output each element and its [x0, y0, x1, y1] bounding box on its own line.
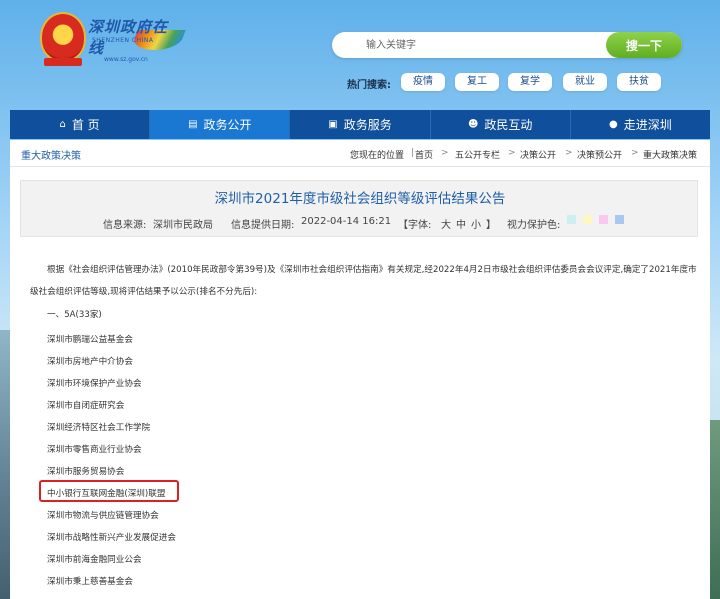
date-value: 2022-04-14 16:21 — [301, 216, 392, 227]
org-list-item: 深圳市环境保护产业协会 — [47, 379, 142, 389]
font-size-small[interactable]: 小 — [471, 216, 481, 231]
org-list-item: 深圳市自闭症研究会 — [47, 401, 125, 411]
hot-tag[interactable]: 疫情 — [401, 73, 445, 91]
nav-item-home[interactable]: ⌂ 首 页 — [10, 110, 151, 139]
org-list-item: 深圳市零售商业行业协会 — [47, 445, 142, 455]
font-size-medium[interactable]: 中 — [456, 216, 466, 231]
hot-tag[interactable]: 扶贫 — [617, 73, 661, 91]
article-header: 深圳市2021年度市级社会组织等级评估结果公告 信息来源: 深圳市民政局 信息提… — [20, 180, 698, 237]
org-list-item: 深圳市服务贸易协会 — [47, 467, 125, 477]
article-title: 深圳市2021年度市级社会组织等级评估结果公告 — [214, 191, 506, 207]
breadcrumb-separator: > — [631, 148, 639, 158]
org-list-item: 深圳市房地产中介协会 — [47, 357, 133, 367]
breadcrumb-separator: > — [508, 148, 516, 158]
breadcrumb-bar: 重大政策决策 您现在的位置 | 首页 > 五公开专栏 > 决策公开 > 决策预公… — [10, 140, 710, 167]
org-list-item: 深圳市前海金融同业公会 — [47, 555, 142, 565]
breadcrumb-link[interactable]: 五公开专栏 — [455, 148, 500, 161]
newspaper-icon: ▤ — [188, 119, 198, 130]
home-icon: ⌂ — [59, 119, 66, 130]
eye-color-swatch[interactable] — [615, 215, 624, 224]
breadcrumb-separator: > — [441, 148, 449, 158]
breadcrumb-separator: | — [411, 148, 415, 158]
logo-subtitle: SHENZHEN CHINA — [92, 37, 154, 44]
breadcrumb-link[interactable]: 决策预公开 — [577, 148, 622, 161]
eye-color-swatch[interactable] — [599, 215, 608, 224]
hot-search-label: 热门搜索: — [347, 80, 391, 91]
breadcrumb-link[interactable]: 重大政策决策 — [643, 148, 697, 161]
nav-item-label: 政民互动 — [484, 118, 533, 132]
nav-item-label: 走进深圳 — [623, 118, 672, 132]
eye-protection-label: 视力保护色: — [507, 220, 561, 231]
search-input[interactable] — [332, 32, 607, 58]
section-title[interactable]: 重大政策决策 — [21, 147, 81, 162]
site-logo[interactable]: 深圳政府在线 SHENZHEN CHINA www.sz.gov.cn — [88, 16, 186, 66]
date-label: 信息提供日期: — [231, 220, 295, 231]
breadcrumb-link[interactable]: 首页 — [415, 148, 433, 161]
location-label: 您现在的位置 — [350, 151, 405, 161]
nav-item-about-shenzhen[interactable]: ● 走进深圳 — [571, 110, 710, 139]
national-emblem-base — [44, 58, 82, 66]
org-list-item: 深圳市物流与供应链管理协会 — [47, 511, 159, 521]
article-panel: 深圳市2021年度市级社会组织等级评估结果公告 信息来源: 深圳市民政局 信息提… — [10, 167, 710, 599]
font-size-close: 】 — [486, 220, 496, 231]
logo-url: www.sz.gov.cn — [104, 56, 148, 63]
background-mountain-right — [710, 420, 720, 599]
intro-paragraph-line: 级社会组织评估等级,现将评估结果予以公示(排名不分先后): — [30, 287, 258, 297]
font-size-large[interactable]: 大 — [441, 216, 451, 231]
nav-item-label: 政务服务 — [343, 118, 392, 132]
org-list-item: 深圳市战略性新兴产业发展促进会 — [47, 533, 176, 543]
nav-item-interaction[interactable]: ☻ 政民互动 — [431, 110, 571, 139]
breadcrumb-separator: > — [565, 148, 573, 158]
search-button[interactable]: 搜一下 — [606, 32, 682, 58]
search-box: 搜一下 — [332, 32, 682, 58]
eye-color-swatch[interactable] — [583, 215, 592, 224]
hot-tag[interactable]: 复学 — [508, 73, 552, 91]
org-list-item: 深圳市秉上慈善基金会 — [47, 577, 133, 587]
source-value: 深圳市民政局 — [153, 220, 213, 231]
site-header: 深圳政府在线 SHENZHEN CHINA www.sz.gov.cn 搜一下 … — [0, 0, 720, 110]
bulb-icon: ● — [609, 119, 618, 130]
service-icon: ▣ — [328, 119, 338, 130]
nav-item-gov-affairs[interactable]: ▤ 政务公开 — [150, 110, 291, 139]
org-list-item: 深圳市鹏瑞公益基金会 — [47, 335, 133, 345]
hot-tag[interactable]: 复工 — [455, 73, 499, 91]
hot-tag[interactable]: 就业 — [563, 73, 607, 91]
grade-heading: 一、5A(33家) — [47, 310, 102, 320]
source-label: 信息来源: — [103, 220, 147, 231]
font-size-label: 【字体: — [398, 220, 432, 231]
nav-item-label: 首 页 — [71, 118, 100, 132]
national-emblem-icon — [40, 12, 86, 62]
highlight-annotation-box — [39, 480, 179, 502]
breadcrumb-link[interactable]: 决策公开 — [520, 148, 556, 161]
eye-color-swatch[interactable] — [567, 215, 576, 224]
main-nav: ⌂ 首 页 ▤ 政务公开 ▣ 政务服务 ☻ 政民互动 ● 走进深圳 — [10, 110, 710, 139]
org-list-item: 深圳经济特区社会工作学院 — [47, 423, 151, 433]
nav-item-gov-services[interactable]: ▣ 政务服务 — [290, 110, 431, 139]
people-icon: ☻ — [467, 119, 479, 130]
nav-item-label: 政务公开 — [203, 118, 252, 132]
